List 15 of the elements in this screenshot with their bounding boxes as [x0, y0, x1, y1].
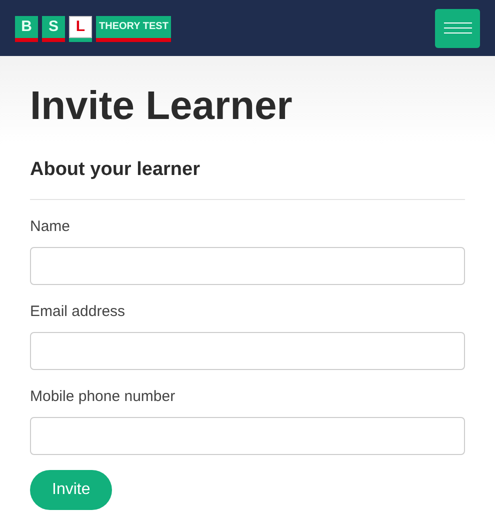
section-heading: About your learner — [30, 158, 201, 182]
field-label: Email address — [30, 303, 126, 321]
input-field[interactable] — [30, 417, 465, 455]
input-field[interactable] — [30, 247, 465, 285]
page-title: Invite Learner — [30, 83, 294, 130]
invite-button[interactable]: Invite — [30, 470, 112, 510]
logo-tile: THEORY TEST — [96, 16, 172, 42]
input-field[interactable] — [30, 332, 465, 370]
field-label: Name — [30, 218, 72, 236]
logo-tile: S — [42, 16, 65, 42]
logo-tile: B — [15, 16, 38, 42]
menu-button[interactable] — [435, 8, 480, 48]
logo-tile: L — [69, 16, 92, 42]
menu-icon — [444, 22, 472, 34]
field-label: Mobile phone number — [30, 388, 176, 406]
